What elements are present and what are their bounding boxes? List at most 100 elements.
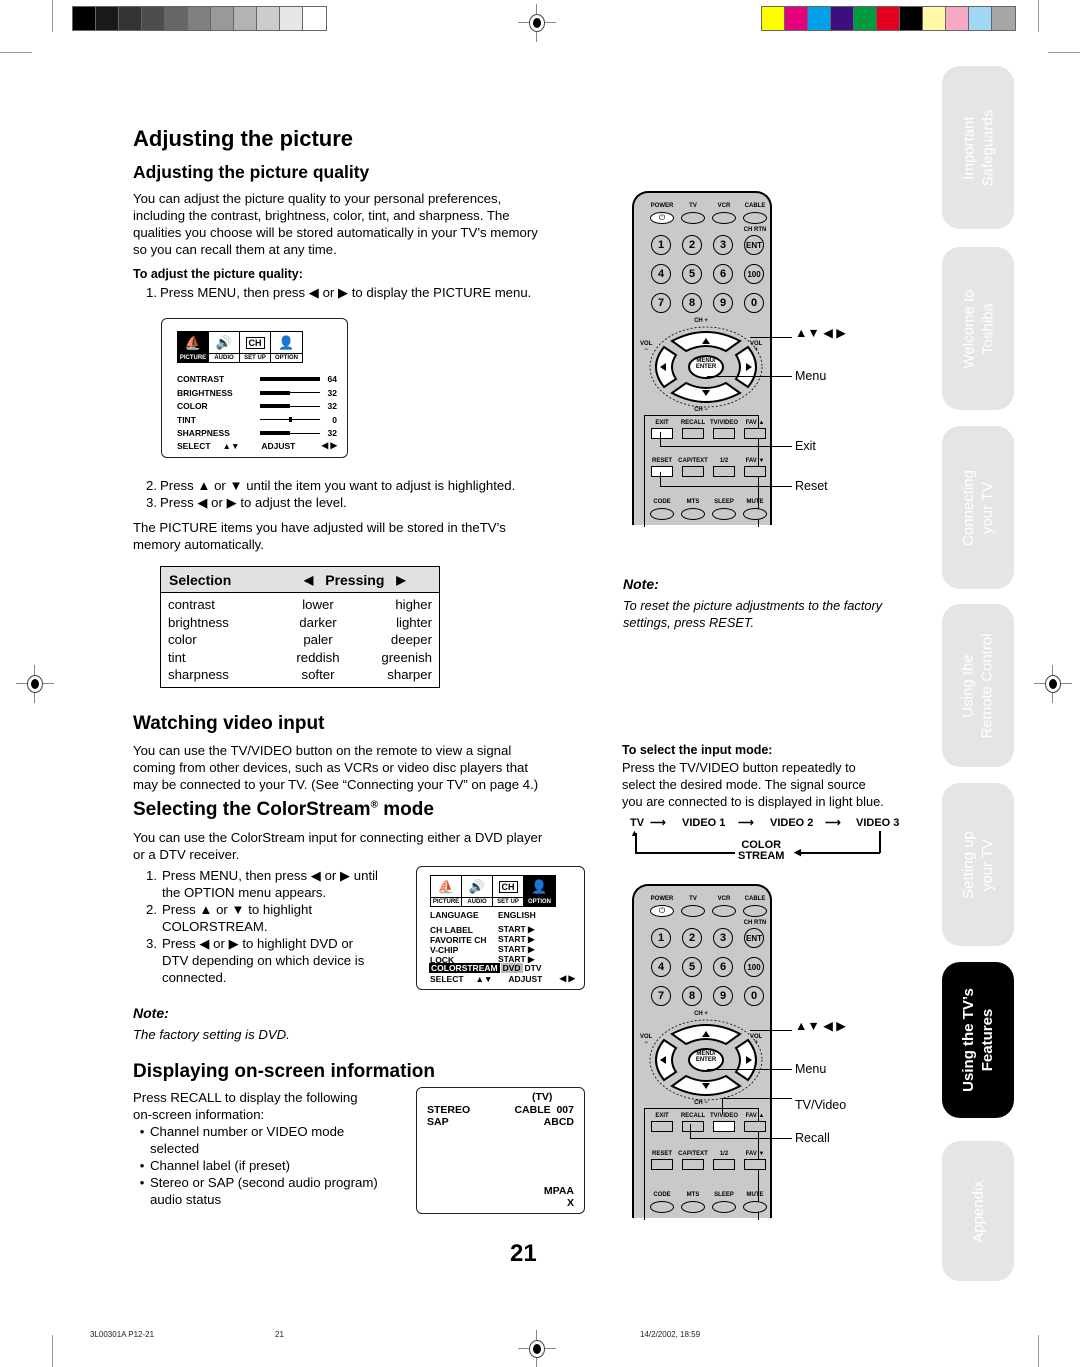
number-button-5[interactable]: 5	[682, 957, 702, 977]
number-button-8[interactable]: 8	[682, 293, 702, 313]
text-line: selected	[150, 1141, 200, 1156]
1-2-button[interactable]	[713, 1159, 735, 1170]
side-tab-important-safeguards[interactable]: Important Safeguards	[942, 66, 1014, 229]
registration-mark-bottom	[518, 1330, 556, 1367]
ch-rtn-label: CH RTN	[743, 227, 767, 233]
number-button-6[interactable]: 6	[713, 957, 733, 977]
tv-video-button[interactable]	[713, 1121, 735, 1132]
side-tab-using-the-tv-s-features[interactable]: Using the TV’s Features	[942, 962, 1014, 1118]
side-tab-connecting-your-tv[interactable]: Connecting your TV	[942, 426, 1014, 589]
table-row: tint reddish greenish	[161, 649, 439, 667]
mts-button[interactable]	[681, 1201, 705, 1213]
text-line: memory automatically.	[133, 537, 264, 552]
text-line: Press the TV/VIDEO button repeatedly to	[622, 760, 856, 775]
gray-swatch	[73, 7, 96, 30]
step: 2. Press ▲ or ▼ until the item you want t…	[146, 478, 516, 493]
number-button-100[interactable]: 100	[744, 957, 764, 977]
arrow-up-icon: ▲	[630, 828, 639, 838]
number-button-3[interactable]: 3	[713, 235, 733, 255]
exit-button[interactable]	[651, 1121, 673, 1132]
code-button[interactable]	[650, 1201, 674, 1213]
number-button-9[interactable]: 9	[713, 293, 733, 313]
color-swatch	[992, 7, 1015, 30]
cable-button[interactable]	[743, 905, 767, 917]
bullet-item: • Stereo or SAP (second audio program) aud…	[134, 1174, 378, 1208]
exit-button[interactable]	[651, 428, 673, 439]
1-2-button[interactable]	[713, 466, 735, 477]
number-button-9[interactable]: 9	[713, 986, 733, 1006]
rating-system: MPAA	[543, 1185, 574, 1197]
item-label: V-CHIP	[430, 944, 459, 955]
number-button-7[interactable]: 7	[651, 293, 671, 313]
side-tab-setting-up-your-tv[interactable]: Setting up your TV	[942, 783, 1014, 946]
number-button-100[interactable]: 100	[744, 264, 764, 284]
reset-button[interactable]	[651, 1159, 673, 1170]
side-tab-label: Important Safeguards	[959, 109, 997, 186]
tv-button[interactable]	[681, 212, 705, 224]
channel-label: ABCD	[543, 1116, 574, 1128]
number-button-2[interactable]: 2	[682, 928, 702, 948]
cap-text-button[interactable]	[682, 1159, 704, 1170]
cap-text-button[interactable]	[682, 466, 704, 477]
remote-label: MUTE	[746, 1192, 764, 1198]
table-header: Selection ◀ Pressing ▶	[161, 567, 439, 593]
callout-line	[750, 1030, 792, 1031]
mts-button[interactable]	[681, 508, 705, 520]
selection-table: Selection ◀ Pressing ▶ contrast lower high…	[160, 566, 440, 688]
power-button[interactable]: ⏻	[650, 905, 674, 917]
cycle-line	[635, 852, 735, 854]
page-number: 21	[510, 1240, 537, 1267]
number-button-0[interactable]: 0	[744, 986, 764, 1006]
mute-button[interactable]	[743, 508, 767, 520]
number-button-8[interactable]: 8	[682, 986, 702, 1006]
sleep-button[interactable]	[712, 1201, 736, 1213]
callout-line	[660, 446, 792, 447]
section-heading-video-input: Watching video input	[133, 713, 325, 734]
fav-button[interactable]	[744, 1159, 766, 1170]
input-cycle-diagram: TV ⟶ VIDEO 1 ⟶ VIDEO 2 ⟶ VIDEO 3 ▲ ◀ COL…	[620, 815, 915, 865]
vcr-button[interactable]	[712, 905, 736, 917]
select-label: SELECT	[430, 973, 464, 984]
number-button-5[interactable]: 5	[682, 264, 702, 284]
sleep-button[interactable]	[712, 508, 736, 520]
side-tab-welcome-to-toshiba[interactable]: Welcome to Toshiba	[942, 247, 1014, 410]
fav-button[interactable]	[744, 1121, 766, 1132]
number-button-3[interactable]: 3	[713, 928, 733, 948]
number-button-1[interactable]: 1	[651, 928, 671, 948]
number-button-4[interactable]: 4	[651, 264, 671, 284]
menu-tab-label: OPTION	[524, 897, 555, 906]
number-button-2[interactable]: 2	[682, 235, 702, 255]
callout-exit: Exit	[795, 439, 816, 453]
vcr-button[interactable]	[712, 212, 736, 224]
recall-button[interactable]	[682, 428, 704, 439]
reset-button[interactable]	[651, 466, 673, 477]
text-line: the OPTION menu appears.	[162, 885, 327, 900]
tv-video-button[interactable]	[713, 428, 735, 439]
number-button-6[interactable]: 6	[713, 264, 733, 284]
number-button-7[interactable]: 7	[651, 986, 671, 1006]
fav-button[interactable]	[744, 428, 766, 439]
cell-left: darker	[299, 614, 337, 630]
menu-footer: SELECT ▲▼ ADJUST ◀ ▶	[177, 440, 337, 451]
mute-button[interactable]	[743, 1201, 767, 1213]
number-button-0[interactable]: 0	[744, 293, 764, 313]
menu-tab-label: SET UP	[240, 353, 270, 362]
power-button[interactable]: ⏻	[650, 212, 674, 224]
side-tab-label: Welcome to Toshiba	[959, 289, 997, 368]
cable-button[interactable]	[743, 212, 767, 224]
side-tab-appendix[interactable]: Appendix	[942, 1141, 1014, 1281]
page-title: Adjusting the picture	[133, 126, 353, 151]
number-button-ent[interactable]: ENT	[744, 928, 764, 948]
number-button-1[interactable]: 1	[651, 235, 671, 255]
code-button[interactable]	[650, 508, 674, 520]
number-button-ent[interactable]: ENT	[744, 235, 764, 255]
recall-button[interactable]	[682, 1121, 704, 1132]
fav-button[interactable]	[744, 466, 766, 477]
crop-mark	[1038, 0, 1039, 32]
rating-value: X	[566, 1197, 574, 1209]
side-tab-using-the-remote-control[interactable]: Using the Remote Control	[942, 604, 1014, 767]
number-button-4[interactable]: 4	[651, 957, 671, 977]
tv-button[interactable]	[681, 905, 705, 917]
menu-tab-picture: ⛵ PICTURE	[178, 332, 209, 362]
bullet-icon: •	[139, 1158, 145, 1173]
